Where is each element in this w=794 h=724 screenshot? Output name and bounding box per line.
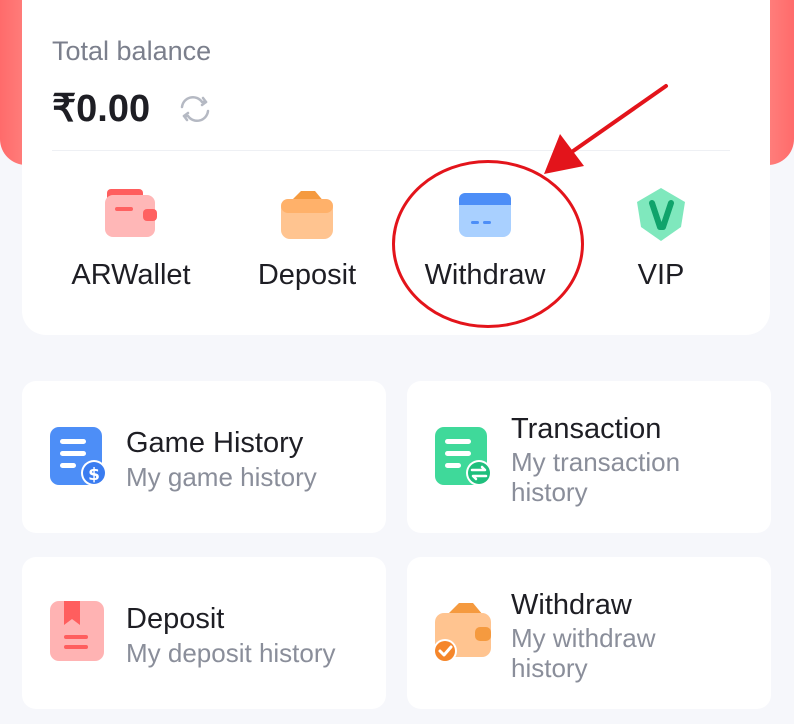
transaction-icon — [435, 427, 492, 486]
withdraw-history-tile[interactable]: Withdraw My withdraw history — [407, 557, 771, 709]
transaction-subtitle-line2: history — [511, 477, 588, 507]
vip-label: VIP — [637, 259, 685, 291]
arwallet-label: ARWallet — [71, 259, 191, 291]
withdraw-history-icon — [433, 603, 491, 663]
withdraw-history-title: Withdraw — [511, 589, 632, 621]
refresh-icon[interactable] — [176, 90, 214, 128]
game-history-title: Game History — [126, 427, 304, 459]
transaction-subtitle-line1: My transaction — [511, 447, 681, 477]
deposit-button[interactable]: Deposit — [222, 185, 392, 292]
deposit-label: Deposit — [257, 259, 357, 291]
transaction-title: Transaction — [511, 413, 662, 445]
withdraw-button[interactable]: Withdraw — [400, 185, 570, 292]
total-balance-label: Total balance — [52, 36, 212, 66]
balance-row: ₹0.00 — [52, 86, 214, 131]
game-history-tile[interactable]: $ Game History My game history — [22, 381, 386, 533]
deposit-history-icon — [50, 601, 104, 661]
deposit-history-title: Deposit — [126, 603, 225, 635]
withdraw-history-subtitle-line2: history — [511, 653, 588, 683]
vip-badge-icon — [637, 188, 685, 241]
game-history-icon: $ — [50, 427, 107, 486]
game-history-subtitle: My game history — [126, 462, 317, 492]
transaction-tile[interactable]: Transaction My transaction history — [407, 381, 771, 533]
svg-text:$: $ — [88, 465, 100, 485]
vip-button[interactable]: VIP — [576, 185, 746, 292]
withdraw-label: Withdraw — [424, 259, 546, 291]
annotation-arrow-icon — [544, 84, 668, 174]
deposit-history-subtitle: My deposit history — [126, 638, 336, 668]
withdraw-history-subtitle-line1: My withdraw — [511, 623, 656, 653]
card-blue-icon — [459, 193, 511, 237]
wallet-red-icon — [105, 189, 157, 237]
balance-amount: ₹0.00 — [52, 88, 151, 130]
deposit-history-tile[interactable]: Deposit My deposit history — [22, 557, 386, 709]
arwallet-button[interactable]: ARWallet — [46, 185, 216, 292]
wallet-orange-icon — [281, 191, 333, 239]
